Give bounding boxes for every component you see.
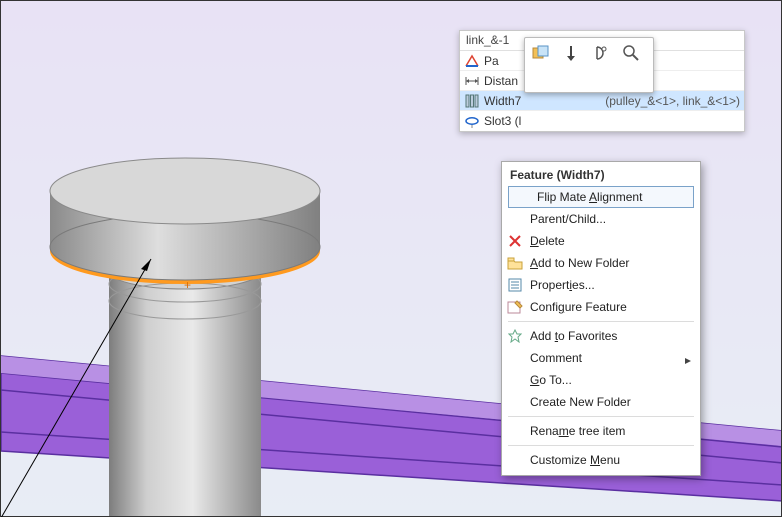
mate-slot-icon — [464, 113, 480, 129]
cylinder-shaft — [109, 253, 261, 516]
edit-feature-icon — [531, 44, 551, 62]
submenu-arrow-icon — [684, 354, 692, 362]
suppress-button[interactable] — [559, 42, 583, 64]
menu-item[interactable]: Add to Favorites — [502, 325, 700, 347]
center-mark: + — [184, 278, 191, 292]
breadcrumb-row[interactable]: Width7 (pulley_&<1>, link_&<1>) — [460, 91, 744, 111]
menu-separator — [508, 416, 694, 417]
menu-item[interactable]: Properties... — [502, 274, 700, 296]
pulley-cap — [50, 158, 320, 280]
mate-width-icon — [464, 93, 480, 109]
menu-item-label: Create New Folder — [530, 395, 692, 409]
menu-item[interactable]: Add to New Folder — [502, 252, 700, 274]
blank-icon — [506, 393, 524, 411]
menu-item[interactable]: Create New Folder — [502, 391, 700, 413]
context-menu-header: Feature (Width7) — [502, 164, 700, 186]
menu-item[interactable]: Configure Feature — [502, 296, 700, 318]
menu-item-label: Parent/Child... — [530, 212, 692, 226]
blank-icon — [513, 188, 531, 206]
menu-item[interactable]: Customize Menu — [502, 449, 700, 471]
suppress-icon — [562, 44, 580, 62]
context-toolbar — [524, 37, 654, 93]
blank-icon — [506, 371, 524, 389]
svg-text:+: + — [184, 278, 191, 292]
menu-separator — [508, 445, 694, 446]
breadcrumb-label: Slot3 (l — [484, 114, 740, 128]
menu-item-label: Configure Feature — [530, 300, 692, 314]
isolate-button[interactable] — [589, 42, 613, 64]
blank-icon — [506, 349, 524, 367]
menu-separator — [508, 321, 694, 322]
isolate-icon — [592, 44, 610, 62]
menu-item-label: Go To... — [530, 373, 692, 387]
breadcrumb-row[interactable]: Slot3 (l — [460, 111, 744, 131]
menu-item-label: Delete — [530, 234, 692, 248]
blank-icon — [506, 210, 524, 228]
folder-icon — [506, 254, 524, 272]
breadcrumb-label: Width7 — [484, 94, 601, 108]
favorite-icon — [506, 327, 524, 345]
menu-item-label: Customize Menu — [530, 453, 692, 467]
menu-item-label: Flip Mate Alignment — [537, 190, 685, 204]
menu-item-label: Properties... — [530, 278, 692, 292]
menu-item[interactable]: Rename tree item — [502, 420, 700, 442]
menu-item[interactable]: Go To... — [502, 369, 700, 391]
configure-icon — [506, 298, 524, 316]
properties-icon — [506, 276, 524, 294]
delete-icon — [506, 232, 524, 250]
mate-distance-icon — [464, 73, 480, 89]
menu-item[interactable]: Parent/Child... — [502, 208, 700, 230]
mate-coincident-icon — [464, 53, 480, 69]
menu-item[interactable]: Flip Mate Alignment — [508, 186, 694, 208]
menu-item[interactable]: Comment — [502, 347, 700, 369]
menu-item-label: Add to Favorites — [530, 329, 692, 343]
menu-item-label: Add to New Folder — [530, 256, 692, 270]
zoom-to-icon — [622, 44, 640, 62]
menu-item-label: Rename tree item — [530, 424, 692, 438]
blank-icon — [506, 422, 524, 440]
blank-icon — [506, 451, 524, 469]
zoom-button[interactable] — [619, 42, 643, 64]
menu-item[interactable]: Delete — [502, 230, 700, 252]
breadcrumb-label-extra: (pulley_&<1>, link_&<1>) — [605, 94, 740, 108]
edit-feature-button[interactable] — [529, 42, 553, 64]
menu-item-label: Comment — [530, 351, 678, 365]
context-menu: Feature (Width7) Flip Mate Alignment Pare… — [501, 161, 701, 476]
